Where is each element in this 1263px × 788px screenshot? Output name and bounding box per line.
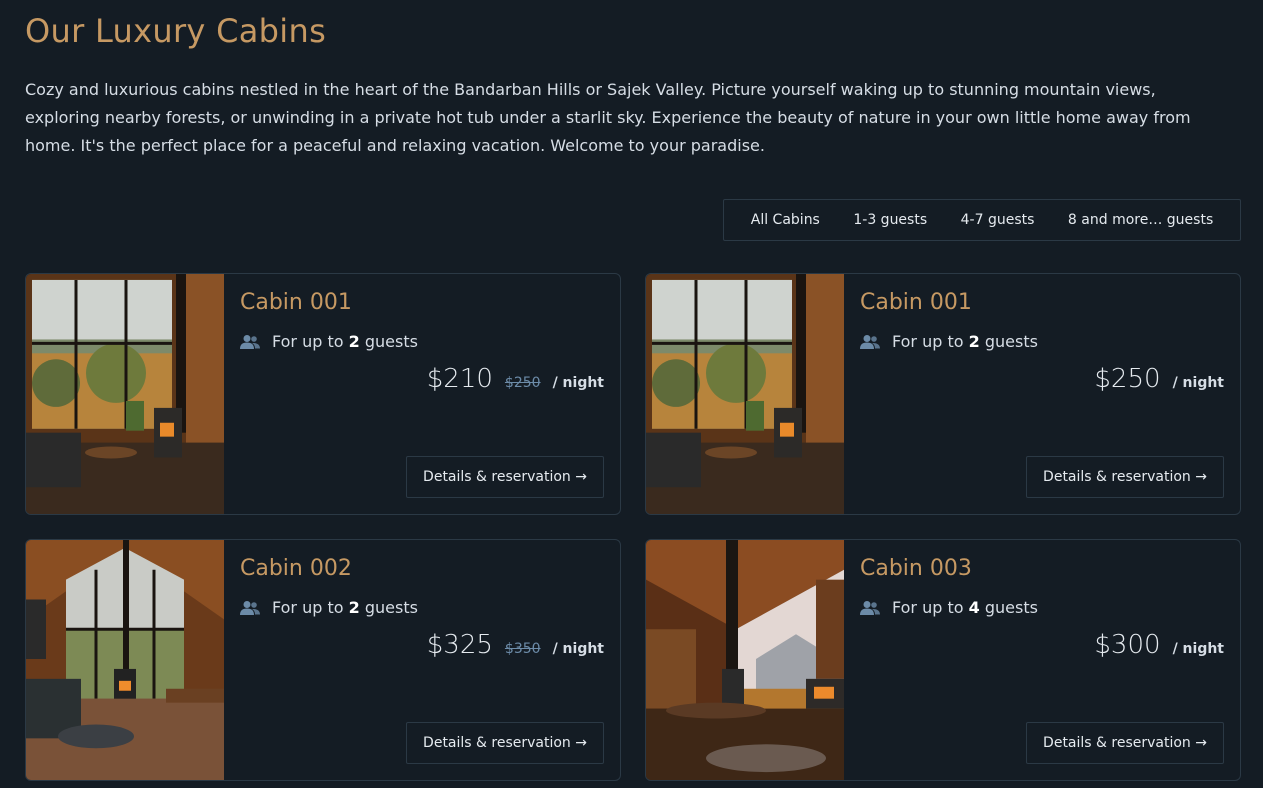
per-night-label: / night bbox=[552, 641, 604, 657]
details-reservation-button[interactable]: Details & reservation → bbox=[1026, 456, 1224, 498]
cabin-image bbox=[646, 540, 844, 780]
guests-prefix: For up to bbox=[892, 598, 964, 617]
cabin-card-body: Cabin 003 For up to 4 guests $300 / nigh… bbox=[844, 540, 1240, 780]
users-icon bbox=[240, 600, 260, 615]
cabin-card: Cabin 003 For up to 4 guests $300 / nigh… bbox=[645, 539, 1241, 781]
cabin-image bbox=[646, 274, 844, 514]
guests-suffix: guests bbox=[984, 332, 1038, 351]
guests-prefix: For up to bbox=[892, 332, 964, 351]
cabin-card: Cabin 001 For up to 2 guests $250 / nigh… bbox=[645, 273, 1241, 515]
guests-count: 2 bbox=[968, 332, 980, 351]
price-row: $210 $250 / night bbox=[427, 364, 604, 394]
per-night-label: / night bbox=[1172, 641, 1224, 657]
cabin-card-body: Cabin 002 For up to 2 guests $325 $350 /… bbox=[224, 540, 620, 780]
old-price: $250 bbox=[504, 375, 541, 391]
guest-filter: All Cabins 1-3 guests 4-7 guests 8 and m… bbox=[723, 199, 1241, 241]
guest-capacity: For up to 2 guests bbox=[240, 598, 418, 617]
users-icon bbox=[860, 334, 880, 349]
guest-capacity: For up to 2 guests bbox=[860, 332, 1038, 351]
details-reservation-button[interactable]: Details & reservation → bbox=[1026, 722, 1224, 764]
guest-capacity: For up to 2 guests bbox=[240, 332, 418, 351]
details-reservation-button[interactable]: Details & reservation → bbox=[406, 456, 604, 498]
price-row: $300 / night bbox=[1094, 630, 1224, 660]
price: $325 bbox=[426, 630, 493, 660]
details-reservation-button[interactable]: Details & reservation → bbox=[406, 722, 604, 764]
cabin-name: Cabin 003 bbox=[860, 556, 972, 581]
filter-8-plus-guests[interactable]: 8 and more… guests bbox=[1060, 206, 1221, 234]
per-night-label: / night bbox=[552, 375, 604, 391]
guests-suffix: guests bbox=[364, 598, 418, 617]
price-row: $250 / night bbox=[1094, 364, 1224, 394]
users-icon bbox=[240, 334, 260, 349]
filter-1-3-guests[interactable]: 1-3 guests bbox=[845, 206, 935, 234]
filter-all-cabins[interactable]: All Cabins bbox=[743, 206, 828, 234]
cabin-name: Cabin 001 bbox=[240, 290, 352, 315]
cabin-image bbox=[26, 274, 224, 514]
guest-capacity-text: For up to 2 guests bbox=[892, 332, 1038, 351]
cabin-name: Cabin 001 bbox=[860, 290, 972, 315]
cabin-card: Cabin 001 For up to 2 guests $210 $250 /… bbox=[25, 273, 621, 515]
cabin-image bbox=[26, 540, 224, 780]
guests-count: 4 bbox=[968, 598, 980, 617]
cabin-card-body: Cabin 001 For up to 2 guests $250 / nigh… bbox=[844, 274, 1240, 514]
price: $210 bbox=[426, 364, 493, 394]
page-title: Our Luxury Cabins bbox=[25, 12, 327, 50]
price: $250 bbox=[1094, 364, 1161, 394]
cabin-card: Cabin 002 For up to 2 guests $325 $350 /… bbox=[25, 539, 621, 781]
filter-4-7-guests[interactable]: 4-7 guests bbox=[953, 206, 1043, 234]
cabin-card-body: Cabin 001 For up to 2 guests $210 $250 /… bbox=[224, 274, 620, 514]
guests-suffix: guests bbox=[364, 332, 418, 351]
intro-text: Cozy and luxurious cabins nestled in the… bbox=[25, 80, 1191, 155]
guest-capacity-text: For up to 2 guests bbox=[272, 598, 418, 617]
per-night-label: / night bbox=[1172, 375, 1224, 391]
guests-count: 2 bbox=[348, 332, 360, 351]
guests-prefix: For up to bbox=[272, 332, 344, 351]
guests-prefix: For up to bbox=[272, 598, 344, 617]
guest-capacity-text: For up to 4 guests bbox=[892, 598, 1038, 617]
cabin-name: Cabin 002 bbox=[240, 556, 352, 581]
guest-capacity: For up to 4 guests bbox=[860, 598, 1038, 617]
old-price: $350 bbox=[504, 641, 541, 657]
price-row: $325 $350 / night bbox=[427, 630, 604, 660]
guests-suffix: guests bbox=[984, 598, 1038, 617]
users-icon bbox=[860, 600, 880, 615]
price: $300 bbox=[1094, 630, 1161, 660]
guests-count: 2 bbox=[348, 598, 360, 617]
guest-capacity-text: For up to 2 guests bbox=[272, 332, 418, 351]
